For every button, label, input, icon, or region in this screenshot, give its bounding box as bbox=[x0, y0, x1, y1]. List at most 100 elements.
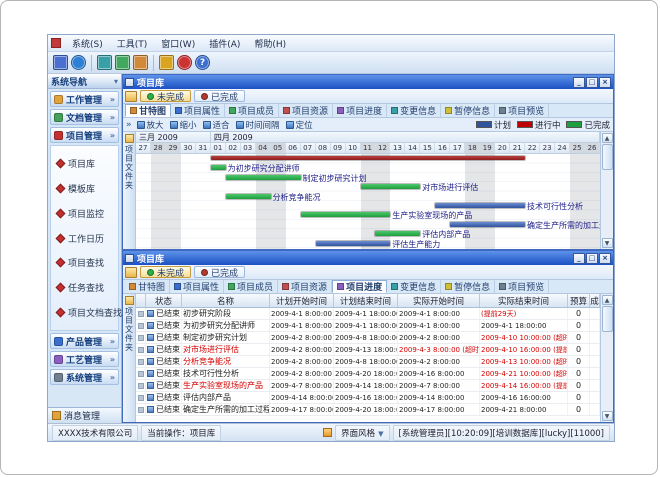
column-header[interactable] bbox=[136, 294, 146, 307]
gantt-bar[interactable] bbox=[316, 241, 391, 246]
view-tab[interactable]: 变更信息 bbox=[387, 104, 441, 117]
view-tab[interactable]: 项目资源 bbox=[279, 104, 333, 117]
minimize-button[interactable]: _ bbox=[573, 253, 585, 264]
menu-item[interactable]: 帮助(H) bbox=[248, 36, 292, 51]
save-icon[interactable] bbox=[53, 55, 68, 70]
chart-icon[interactable] bbox=[133, 55, 148, 70]
lock-icon[interactable] bbox=[159, 55, 174, 70]
view-tab[interactable]: 项目预览 bbox=[495, 104, 549, 117]
close-button[interactable]: × bbox=[599, 77, 611, 88]
view-tab[interactable]: 项目预览 bbox=[495, 280, 549, 293]
table-vertical-scrollbar[interactable]: ▲ ▼ bbox=[600, 294, 613, 422]
sidebar-group-header[interactable]: 工作管理» bbox=[50, 91, 119, 107]
filter-tab[interactable]: 已完成 bbox=[194, 266, 245, 278]
gantt-bar[interactable] bbox=[226, 175, 301, 180]
window-icon[interactable] bbox=[97, 55, 112, 70]
scroll-up-icon[interactable]: ▲ bbox=[602, 133, 613, 143]
folder-plus-icon[interactable] bbox=[125, 267, 137, 278]
column-header[interactable]: 计划结束时间 bbox=[334, 294, 398, 307]
menu-item[interactable]: 插件(A) bbox=[203, 36, 246, 51]
scroll-down-icon[interactable]: ▼ bbox=[602, 238, 613, 248]
sidebar-group-header[interactable]: 工艺管理» bbox=[50, 351, 119, 367]
stop-icon[interactable] bbox=[177, 55, 192, 70]
scroll-up-icon[interactable]: ▲ bbox=[602, 295, 613, 305]
view-tab[interactable]: 项目进度 bbox=[332, 280, 387, 293]
sidebar-item[interactable]: 工作日历 bbox=[51, 231, 118, 245]
view-tab[interactable]: 暂停信息 bbox=[441, 280, 495, 293]
view-tab[interactable]: 项目进度 bbox=[333, 104, 387, 117]
sidebar-item[interactable]: 项目文档查找 bbox=[51, 305, 118, 319]
column-header[interactable]: 预算 bbox=[568, 294, 590, 307]
sidebar-group-header[interactable]: 文档管理» bbox=[50, 109, 119, 125]
column-header[interactable]: 成 bbox=[590, 294, 600, 307]
gantt-tool-button[interactable]: 时间间隔 bbox=[236, 119, 280, 131]
gantt-tool-button[interactable]: 缩小 bbox=[170, 119, 197, 131]
scroll-thumb[interactable] bbox=[602, 144, 613, 170]
gantt-tool-button[interactable]: 放大 bbox=[137, 119, 164, 131]
column-header[interactable]: 实际结束时间 bbox=[480, 294, 568, 307]
pin-icon[interactable]: ▾ bbox=[114, 77, 118, 86]
filter-tab[interactable]: 未完成 bbox=[140, 266, 191, 278]
table-row[interactable]: 已结束为初步研究分配讲师2009-4-1 8:00:002009-4-1 18:… bbox=[136, 320, 600, 332]
gantt-window-titlebar[interactable]: 项目库 _ □ × bbox=[123, 75, 613, 89]
help-icon[interactable]: ? bbox=[195, 55, 210, 70]
view-tab[interactable]: 暂停信息 bbox=[441, 104, 495, 117]
view-tab[interactable]: 甘特图 bbox=[125, 104, 171, 117]
column-header[interactable]: 实际开始时间 bbox=[398, 294, 480, 307]
sidebar-group-header[interactable]: 产品管理» bbox=[50, 333, 119, 349]
table-row[interactable]: 已结束分析竞争能况2009-4-2 8:00:002009-4-8 18:00:… bbox=[136, 356, 600, 368]
status-style-dropdown[interactable]: 界面风格▼ bbox=[335, 425, 389, 441]
view-tab[interactable]: 项目成员 bbox=[225, 104, 279, 117]
table-row[interactable]: 已结束生产实验室现场的产品2009-4-7 8:00:002009-4-14 1… bbox=[136, 380, 600, 392]
sidebar-item[interactable]: 模板库 bbox=[51, 182, 118, 196]
scroll-down-icon[interactable]: ▼ bbox=[602, 411, 613, 421]
view-tab[interactable]: 项目资源 bbox=[278, 280, 332, 293]
table-row[interactable]: 已结束评估内部产品2009-4-14 8:00:002009-4-16 18:0… bbox=[136, 392, 600, 404]
view-tab[interactable]: 项目属性 bbox=[171, 104, 225, 117]
overflow-chevron-icon[interactable]: » bbox=[126, 120, 132, 130]
sidebar-item[interactable]: 项目查找 bbox=[51, 256, 118, 270]
column-header[interactable]: 状态 bbox=[146, 294, 182, 307]
filter-tab[interactable]: 未完成 bbox=[140, 90, 191, 102]
column-header[interactable]: 名称 bbox=[182, 294, 270, 307]
gantt-vertical-scrollbar[interactable]: ▲ ▼ bbox=[600, 132, 613, 249]
gantt-bar[interactable] bbox=[450, 222, 525, 227]
gantt-tool-button[interactable]: 定位 bbox=[286, 119, 313, 131]
table-row[interactable]: 已结束初步研究阶段2009-4-1 8:00:002009-4-1 18:00:… bbox=[136, 308, 600, 320]
minimize-button[interactable]: _ bbox=[573, 77, 585, 88]
gantt-bar[interactable] bbox=[301, 212, 391, 217]
menu-item[interactable]: 工具(T) bbox=[111, 36, 154, 51]
sidebar-item[interactable]: 项目监控 bbox=[51, 206, 118, 220]
table-row[interactable]: 已结束技术可行性分析2009-4-2 8:00:002009-4-20 18:0… bbox=[136, 368, 600, 380]
menu-item[interactable]: 窗口(W) bbox=[155, 36, 201, 51]
sidebar-group-header[interactable]: 系统管理» bbox=[50, 369, 119, 385]
gantt-canvas[interactable]: 为初步研究分配讲师制定初步研究计划对市场进行评估分析竞争能况技术可行性分析生产实… bbox=[136, 154, 600, 249]
folder-side-tab[interactable]: 项目文件夹 bbox=[123, 294, 136, 422]
sidebar-item[interactable]: 项目库 bbox=[51, 157, 118, 171]
gantt-tool-button[interactable]: 适合 bbox=[203, 119, 230, 131]
table-row[interactable]: 已结束制定初步研究计划2009-4-2 8:00:002009-4-8 18:0… bbox=[136, 332, 600, 344]
view-tab[interactable]: 项目成员 bbox=[224, 280, 278, 293]
view-tab[interactable]: 甘特图 bbox=[125, 280, 170, 293]
globe-icon[interactable] bbox=[71, 55, 86, 70]
filter-tab[interactable]: 已完成 bbox=[194, 90, 245, 102]
folder-plus-icon[interactable] bbox=[125, 91, 137, 102]
gantt-bar[interactable] bbox=[435, 203, 525, 208]
gantt-bar[interactable] bbox=[211, 156, 525, 160]
gantt-bar[interactable] bbox=[211, 165, 226, 170]
sidebar-item[interactable]: 任务查找 bbox=[51, 281, 118, 295]
schedule-window-titlebar[interactable]: 项目库 _ □ × bbox=[123, 251, 613, 265]
sidebar-tab-messages[interactable]: 消息管理 bbox=[48, 407, 121, 423]
view-tab[interactable]: 项目属性 bbox=[170, 280, 224, 293]
restore-button[interactable]: □ bbox=[586, 253, 598, 264]
table-row[interactable]: 已结束对市场进行评估2009-4-2 8:00:002009-4-13 18:0… bbox=[136, 344, 600, 356]
gantt-bar[interactable] bbox=[361, 184, 421, 189]
column-header[interactable]: 计划开始时间 bbox=[270, 294, 334, 307]
table-icon[interactable] bbox=[115, 55, 130, 70]
gantt-bar[interactable] bbox=[375, 231, 420, 236]
menu-item[interactable]: 系统(S) bbox=[66, 36, 109, 51]
view-tab[interactable]: 变更信息 bbox=[387, 280, 441, 293]
close-button[interactable]: × bbox=[599, 253, 611, 264]
table-row[interactable]: 已结束确定生产所需的加工过程2009-4-17 8:00:002009-4-20… bbox=[136, 404, 600, 416]
gantt-bar[interactable] bbox=[226, 194, 271, 199]
